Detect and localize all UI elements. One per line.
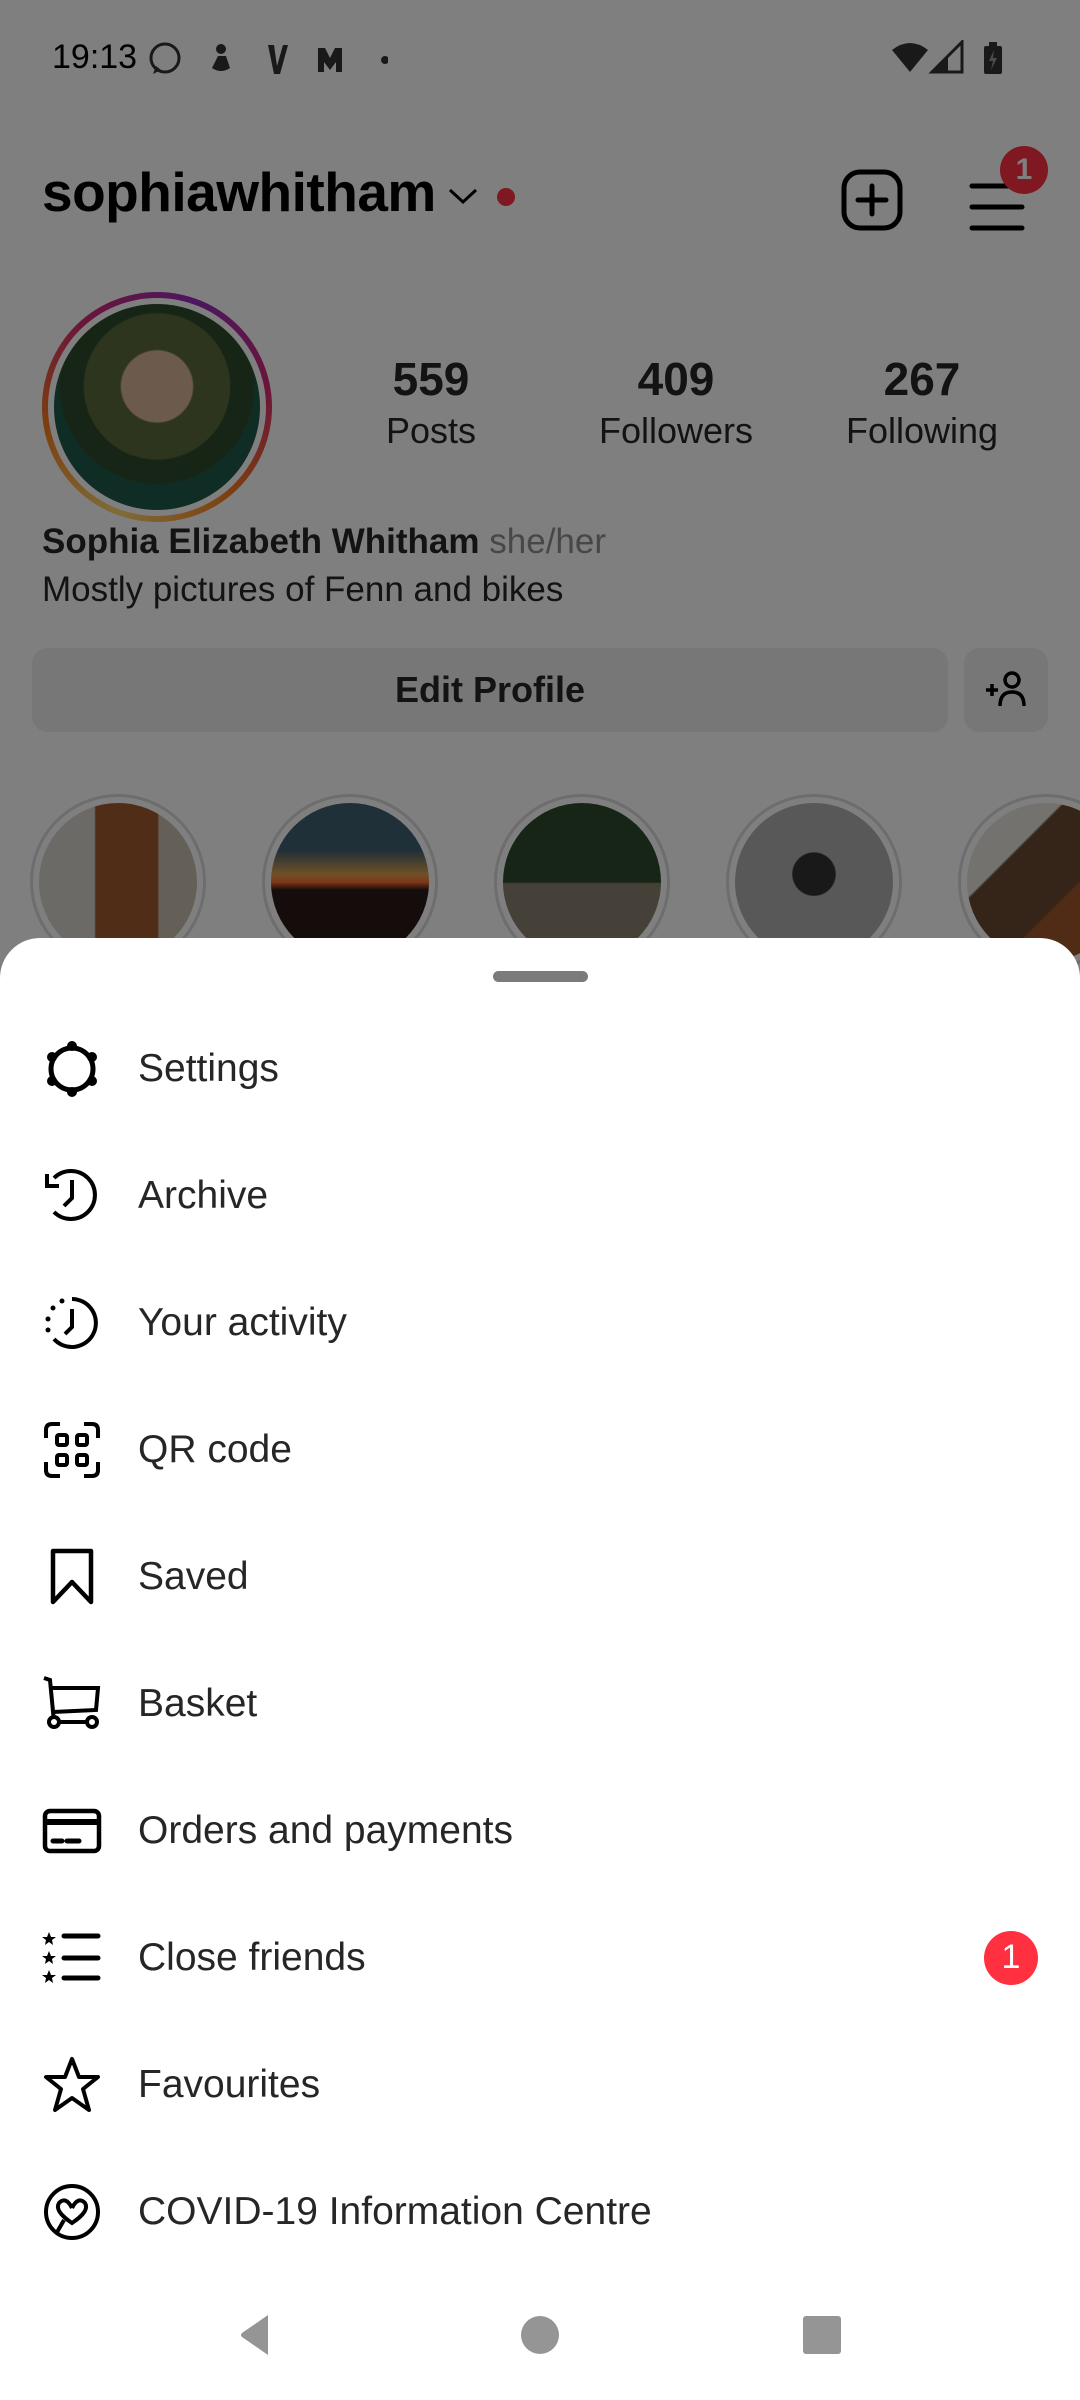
menu-item-favourites[interactable]: Favourites (0, 2021, 1080, 2148)
menu-item-your-activity[interactable]: Your activity (0, 1259, 1080, 1386)
back-button[interactable] (226, 2310, 286, 2360)
menu-item-qr-code[interactable]: QR code (0, 1386, 1080, 1513)
menu-item-orders-and-payments[interactable]: Orders and payments (0, 1767, 1080, 1894)
profile-menu-sheet: Settings Archive Your activity QR code S… (0, 938, 1080, 2400)
home-icon (521, 2316, 559, 2354)
back-icon (241, 2315, 268, 2355)
menu-item-saved[interactable]: Saved (0, 1513, 1080, 1640)
menu-item-label: COVID-19 Information Centre (138, 2189, 652, 2233)
recents-button[interactable] (792, 2310, 852, 2360)
menu-item-covid-info[interactable]: COVID-19 Information Centre (0, 2148, 1080, 2275)
system-nav-bar (0, 2270, 1080, 2400)
menu-item-label: Saved (138, 1554, 249, 1598)
menu-item-close-friends[interactable]: Close friends 1 (0, 1894, 1080, 2021)
menu-item-label: Close friends (138, 1935, 366, 1979)
close-friends-icon (40, 1926, 104, 1990)
menu-item-label: QR code (138, 1427, 292, 1471)
qr-code-icon (40, 1418, 104, 1482)
settings-icon (40, 1037, 104, 1101)
bookmark-icon (40, 1545, 104, 1609)
recents-icon (803, 2316, 841, 2354)
menu-item-basket[interactable]: Basket (0, 1640, 1080, 1767)
menu-item-label: Orders and payments (138, 1808, 514, 1852)
cart-icon (40, 1672, 104, 1736)
menu-item-label: Favourites (138, 2062, 321, 2106)
close-friends-badge: 1 (984, 1930, 1038, 1985)
activity-icon (40, 1291, 104, 1355)
menu-item-label: Your activity (138, 1300, 347, 1344)
covid-info-icon (40, 2180, 104, 2244)
menu-item-label: Settings (138, 1046, 279, 1090)
drag-handle[interactable] (493, 971, 588, 982)
archive-icon (40, 1164, 104, 1228)
menu-item-label: Basket (138, 1681, 258, 1725)
menu-item-settings[interactable]: Settings (0, 1005, 1080, 1132)
home-button[interactable] (510, 2310, 570, 2360)
menu-item-label: Archive (138, 1173, 269, 1217)
star-icon (40, 2053, 104, 2117)
card-icon (40, 1799, 104, 1863)
menu-item-archive[interactable]: Archive (0, 1132, 1080, 1259)
